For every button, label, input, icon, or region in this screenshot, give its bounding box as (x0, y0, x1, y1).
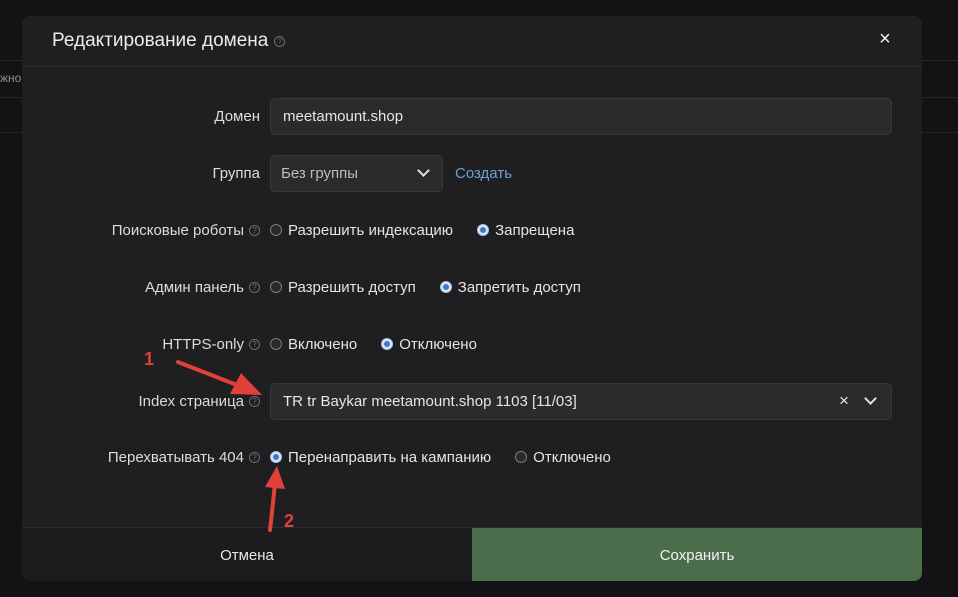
index-page-label-wrap: Index страница ? (22, 382, 260, 420)
admin-label: Админ панель (144, 278, 244, 296)
admin-deny-radio[interactable]: Запретить доступ (439, 278, 581, 296)
help-icon[interactable]: ? (249, 451, 260, 463)
help-icon[interactable]: ? (249, 338, 260, 350)
robots-radio-group: Разрешить индексацию Запрещена (270, 222, 574, 239)
chevron-down-icon (417, 164, 430, 177)
robots-label: Поисковые роботы (111, 221, 244, 239)
radio-label: Отключено (399, 335, 477, 353)
group-select[interactable]: Без группы (270, 154, 443, 192)
intercept404-control: Перенаправить на кампанию Отключено (270, 438, 611, 476)
robots-allow-radio[interactable]: Разрешить индексацию (270, 222, 453, 239)
chevron-down-icon[interactable] (864, 392, 877, 405)
https-control: Включено Отключено (270, 325, 477, 363)
intercept404-row: Перехватывать 404 ? Перенаправить на кам… (22, 438, 922, 476)
domain-label: Домен (214, 107, 260, 125)
intercept404-off-radio[interactable]: Отключено (515, 449, 611, 466)
create-group-link[interactable]: Создать (455, 165, 512, 182)
https-off-radio[interactable]: Отключено (381, 336, 477, 353)
https-label-wrap: HTTPS-only ? (22, 325, 260, 363)
domain-input[interactable]: meetamount.shop (270, 97, 892, 135)
group-label: Группа (212, 164, 260, 182)
robots-label-wrap: Поисковые роботы ? (22, 211, 260, 249)
radio-label: Разрешить доступ (288, 278, 416, 296)
robots-deny-radio[interactable]: Запрещена (477, 222, 574, 239)
radio-circle (270, 338, 282, 350)
radio-circle (270, 224, 282, 236)
radio-circle-selected (381, 338, 394, 350)
group-row: Группа Без группы Создать (22, 154, 922, 192)
https-radio-group: Включено Отключено (270, 336, 477, 353)
radio-label: Перенаправить на кампанию (288, 448, 492, 466)
group-label-wrap: Группа (22, 154, 260, 192)
clear-icon[interactable]: × (834, 391, 854, 411)
intercept404-label-wrap: Перехватывать 404 ? (22, 438, 260, 476)
radio-label: Запрещена (495, 221, 575, 239)
admin-radio-group: Разрешить доступ Запретить доступ (270, 279, 581, 296)
https-label: HTTPS-only (162, 335, 244, 353)
radio-label: Отключено (533, 448, 611, 466)
admin-label-wrap: Админ панель ? (22, 268, 260, 306)
domain-control: meetamount.shop (270, 97, 892, 135)
radio-circle (515, 451, 528, 463)
index-page-row: Index страница ? TR tr Baykar meetamount… (22, 382, 922, 420)
help-icon[interactable]: ? (249, 281, 260, 293)
radio-label: Включено (288, 335, 358, 353)
https-on-radio[interactable]: Включено (270, 336, 357, 353)
radio-circle-selected (439, 281, 452, 293)
admin-control: Разрешить доступ Запретить доступ (270, 268, 581, 306)
intercept404-label: Перехватывать 404 (107, 448, 244, 466)
help-icon[interactable]: ? (249, 224, 260, 236)
index-page-value: TR tr Baykar meetamount.shop 1103 [11/03… (283, 392, 577, 410)
modal-footer: Отмена Сохранить (22, 527, 922, 581)
modal-header: Редактирование домена ? × (22, 16, 922, 67)
index-page-control: TR tr Baykar meetamount.shop 1103 [11/03… (270, 382, 892, 420)
index-page-select[interactable]: TR tr Baykar meetamount.shop 1103 [11/03… (270, 382, 892, 420)
radio-circle-selected (477, 224, 490, 236)
save-button[interactable]: Сохранить (472, 528, 922, 581)
edit-domain-modal: Редактирование домена ? × Домен meetamou… (22, 16, 922, 581)
annotation-number-2: 2 (284, 511, 295, 531)
group-select-value: Без группы (281, 164, 359, 182)
background-cell-text: жно (0, 71, 22, 85)
domain-row: Домен meetamount.shop (22, 97, 922, 135)
modal-title-wrap: Редактирование домена ? (52, 30, 286, 52)
help-icon[interactable]: ? (274, 35, 286, 47)
https-row: HTTPS-only ? Включено Отключено (22, 325, 922, 363)
intercept404-radio-group: Перенаправить на кампанию Отключено (270, 449, 611, 466)
admin-row: Админ панель ? Разрешить доступ Запретит… (22, 268, 922, 306)
group-control: Без группы Создать (270, 154, 512, 192)
radio-circle (270, 281, 282, 293)
admin-allow-radio[interactable]: Разрешить доступ (270, 279, 416, 296)
radio-circle-selected (270, 451, 282, 463)
annotation-number-1: 1 (144, 349, 155, 369)
intercept404-redirect-radio[interactable]: Перенаправить на кампанию (270, 449, 491, 466)
index-page-label: Index страница (138, 392, 244, 410)
robots-control: Разрешить индексацию Запрещена (270, 211, 574, 249)
domain-label-wrap: Домен (22, 97, 260, 135)
close-button[interactable]: × (876, 29, 894, 49)
radio-label: Запретить доступ (457, 278, 581, 296)
modal-title: Редактирование домена (52, 30, 269, 51)
robots-row: Поисковые роботы ? Разрешить индексацию … (22, 211, 922, 249)
radio-label: Разрешить индексацию (288, 221, 454, 239)
help-icon[interactable]: ? (249, 395, 260, 407)
cancel-button[interactable]: Отмена (22, 528, 472, 581)
